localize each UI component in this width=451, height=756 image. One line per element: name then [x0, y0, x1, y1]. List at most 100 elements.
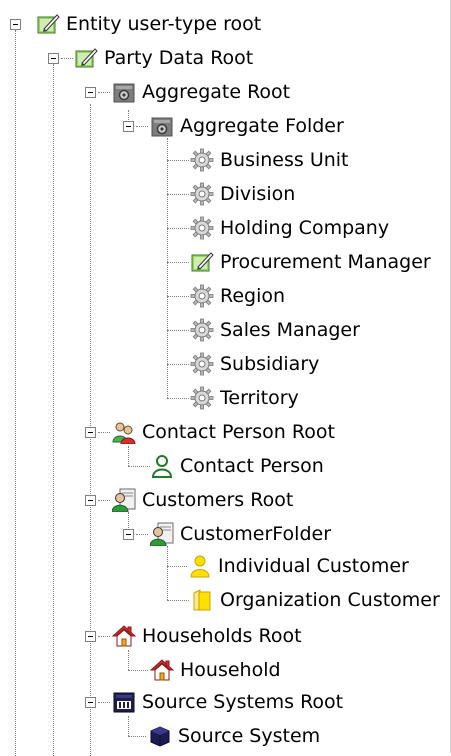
tree-line — [167, 364, 189, 365]
tree-node-customers-root[interactable]: Customers Root — [112, 486, 293, 514]
tree-line — [128, 446, 129, 466]
tree-node-label: Region — [220, 285, 286, 307]
tree-line — [167, 600, 189, 601]
tree-node-party-data-root[interactable]: Party Data Root — [74, 44, 253, 72]
collapse-toggle-customers-root[interactable] — [85, 495, 96, 506]
tree-line — [98, 500, 110, 501]
tree-line — [98, 92, 110, 93]
tree-line — [128, 466, 150, 467]
gear-icon — [190, 182, 214, 206]
collapse-toggle-source-root[interactable] — [85, 697, 96, 708]
tree-node-label: Household — [180, 659, 281, 681]
tree-line — [167, 138, 168, 398]
gear-icon — [190, 148, 214, 172]
tree-line — [98, 432, 110, 433]
tree-node-aggregate-folder[interactable]: Aggregate Folder — [150, 112, 344, 140]
tree-node-holding-company[interactable]: Holding Company — [190, 214, 389, 242]
gear-icon — [190, 284, 214, 308]
aggregate-icon — [112, 80, 136, 104]
tree-node-label: Individual Customer — [218, 555, 409, 577]
collapse-toggle-root[interactable] — [10, 19, 21, 30]
tree-node-label: Source System — [178, 725, 321, 747]
tree-node-label: Aggregate Folder — [180, 115, 344, 137]
gear-icon — [190, 386, 214, 410]
tree-node-label: Contact Person Root — [142, 421, 335, 443]
tree-line — [128, 716, 129, 736]
edit-entity-icon — [74, 46, 98, 70]
tree-node-aggregate-root[interactable]: Aggregate Root — [112, 78, 290, 106]
tree-node-label: Division — [220, 183, 296, 205]
tree-view[interactable]: Entity user-type root Party Data Root Ag… — [0, 0, 451, 756]
edit-entity-icon — [36, 12, 60, 36]
tree-node-label: Procurement Manager — [220, 251, 431, 273]
tree-line — [15, 30, 16, 756]
tree-line — [136, 126, 148, 127]
tree-node-individual-customer[interactable]: Individual Customer — [188, 552, 409, 580]
tree-node-label: Entity user-type root — [66, 13, 262, 35]
tree-node-contact-person[interactable]: Contact Person — [150, 452, 324, 480]
aggregate-icon — [150, 114, 174, 138]
tree-line — [167, 546, 168, 600]
tree-node-label: Territory — [220, 387, 299, 409]
collapse-toggle-aggregate-folder[interactable] — [123, 121, 134, 132]
collapse-toggle-contact-root[interactable] — [85, 427, 96, 438]
gear-icon — [190, 352, 214, 376]
contacts-icon — [112, 420, 136, 444]
tree-node-households-root[interactable]: Households Root — [112, 622, 302, 650]
tree-node-subsidiary[interactable]: Subsidiary — [190, 350, 319, 378]
customers-icon — [150, 522, 174, 546]
tree-node-label: Source Systems Root — [142, 691, 344, 713]
tree-line — [128, 650, 129, 670]
tree-node-source-system[interactable]: Source System — [148, 722, 320, 750]
tree-line — [167, 330, 189, 331]
tree-node-label: Customers Root — [142, 489, 294, 511]
tree-node-label: Subsidiary — [220, 353, 320, 375]
tree-node-label: Contact Person — [180, 455, 324, 477]
tree-node-region[interactable]: Region — [190, 282, 285, 310]
tree-line — [136, 534, 148, 535]
tree-line — [167, 262, 189, 263]
gear-icon — [190, 216, 214, 240]
tree-node-contact-person-root[interactable]: Contact Person Root — [112, 418, 335, 446]
tree-node-procurement-manager[interactable]: Procurement Manager — [190, 248, 431, 276]
collapse-toggle-households-root[interactable] — [85, 631, 96, 642]
tree-line — [98, 636, 110, 637]
collapse-toggle-party[interactable] — [48, 53, 59, 64]
gear-icon — [190, 318, 214, 342]
house-icon — [150, 658, 174, 682]
tree-line — [61, 58, 73, 59]
collapse-toggle-customer-folder[interactable] — [123, 529, 134, 540]
tree-node-label: Party Data Root — [104, 47, 254, 69]
tree-node-label: Holding Company — [220, 217, 390, 239]
tree-node-territory[interactable]: Territory — [190, 384, 299, 412]
tree-node-source-systems-root[interactable]: Source Systems Root — [112, 688, 343, 716]
tree-line — [167, 296, 189, 297]
tree-line — [98, 702, 110, 703]
tree-node-organization-customer[interactable]: Organization Customer — [190, 586, 440, 614]
organization-icon — [190, 588, 214, 612]
tree-line — [128, 736, 146, 737]
tree-line — [167, 566, 187, 567]
tree-node-customer-folder[interactable]: CustomerFolder — [150, 520, 331, 548]
individual-icon — [188, 554, 212, 578]
edit-entity-icon — [190, 250, 214, 274]
tree-node-entity-root[interactable]: Entity user-type root — [36, 10, 261, 38]
tree-node-label: Sales Manager — [220, 319, 360, 341]
tree-line — [128, 670, 148, 671]
tree-node-business-unit[interactable]: Business Unit — [190, 146, 349, 174]
collapse-toggle-aggregate-root[interactable] — [85, 87, 96, 98]
tree-line — [167, 398, 189, 399]
tree-node-sales-manager[interactable]: Sales Manager — [190, 316, 360, 344]
tree-node-label: CustomerFolder — [180, 523, 332, 545]
customers-icon — [112, 488, 136, 512]
tree-node-label: Households Root — [142, 625, 302, 647]
house-icon — [112, 624, 136, 648]
tree-node-label: Aggregate Root — [142, 81, 291, 103]
tree-node-label: Organization Customer — [220, 589, 440, 611]
tree-line — [167, 194, 189, 195]
tree-node-division[interactable]: Division — [190, 180, 295, 208]
source-system-icon — [112, 690, 136, 714]
tree-node-label: Business Unit — [220, 149, 349, 171]
tree-node-household[interactable]: Household — [150, 656, 281, 684]
person-icon — [150, 454, 174, 478]
